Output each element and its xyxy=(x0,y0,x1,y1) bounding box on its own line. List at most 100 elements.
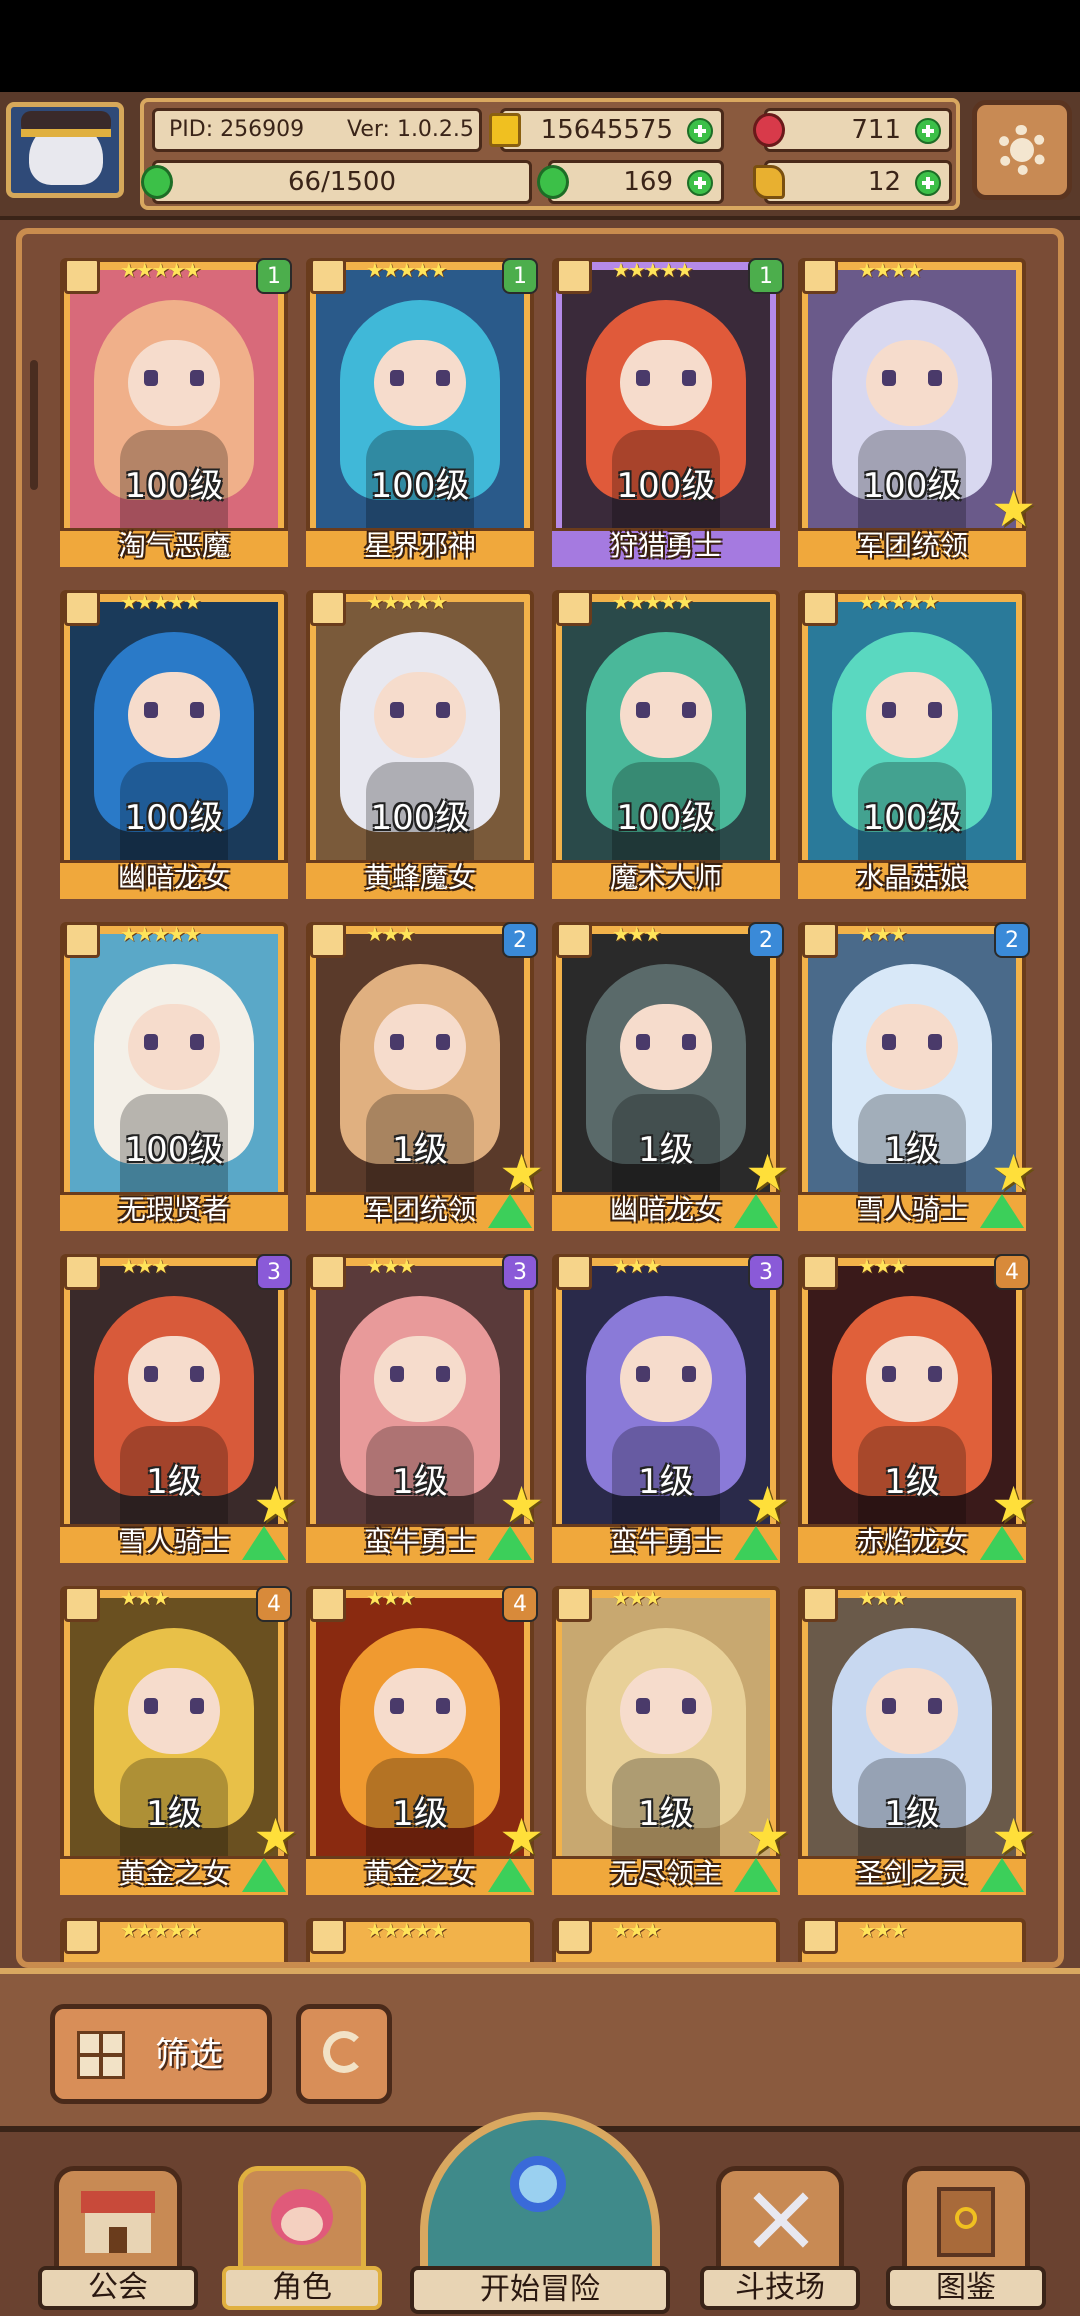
favorite-star-icon: ★ xyxy=(253,1476,298,1534)
guild-building-icon xyxy=(54,2166,182,2274)
star-rating: ★★★ xyxy=(612,1918,662,1942)
favorite-star-icon: ★ xyxy=(991,1808,1036,1866)
top-hud: PID: 256909 Ver: 1.0.2.5 15645575 711 66… xyxy=(0,92,1080,220)
character-card[interactable]: ★★★ 2 1级 军团统领 ★ xyxy=(306,922,544,1231)
star-rating: ★★★★★ xyxy=(858,590,940,614)
class-icon xyxy=(310,590,346,626)
character-card[interactable]: ★★★★★ 100级无瑕贤者 xyxy=(60,922,288,1231)
red-gem-icon xyxy=(753,113,785,147)
character-card[interactable]: ★★★★★ 100级 幽暗龙女 xyxy=(60,590,288,899)
character-card-partial[interactable]: ★★★ xyxy=(798,1918,1026,1962)
class-icon xyxy=(802,1918,838,1954)
upgrade-arrow-icon xyxy=(980,1858,1024,1892)
class-icon xyxy=(802,1586,838,1622)
character-name: 无瑕贤者 xyxy=(117,1193,230,1226)
nav-arena[interactable]: 斗技场 xyxy=(700,2166,860,2316)
gold-coin-icon xyxy=(489,113,521,147)
class-icon xyxy=(64,1586,100,1622)
character-card[interactable]: ★★★★ 100级 军团统领 ★ xyxy=(798,258,1036,567)
character-card-partial[interactable]: ★★★★★ xyxy=(60,1918,288,1962)
star-rating: ★★★ xyxy=(120,1254,170,1278)
nav-guild[interactable]: 公会 xyxy=(38,2166,198,2316)
character-card[interactable]: ★★★★★ 1 100级 星界邪神 xyxy=(306,258,538,567)
key-value: 12 xyxy=(867,167,901,197)
character-card-partial[interactable]: ★★★ xyxy=(552,1918,780,1962)
nav-codex[interactable]: 图鉴 xyxy=(886,2166,1046,2316)
class-icon xyxy=(310,258,346,294)
character-card[interactable]: ★★★ 4 1级 黄金之女 ★ xyxy=(60,1586,298,1895)
nav-characters-label: 角色 xyxy=(222,2266,382,2310)
star-rating: ★★★ xyxy=(612,1254,662,1278)
filter-button[interactable]: 筛选 xyxy=(50,2004,272,2104)
player-info: PID: 256909 Ver: 1.0.2.5 xyxy=(152,108,482,152)
upgrade-arrow-icon xyxy=(242,1858,286,1892)
refresh-button[interactable] xyxy=(296,2004,392,2104)
upgrade-arrow-icon xyxy=(980,1194,1024,1228)
character-level: 100级 xyxy=(124,466,224,506)
nav-guild-label: 公会 xyxy=(38,2266,198,2310)
class-icon xyxy=(556,258,592,294)
character-card[interactable]: ★★★ 2 1级 雪人骑士 ★ xyxy=(798,922,1036,1231)
character-level: 100级 xyxy=(370,798,470,838)
duplicate-count-badge: 2 xyxy=(994,922,1030,958)
character-card[interactable]: ★★★ 3 1级 雪人骑士 ★ xyxy=(60,1254,298,1563)
add-clover-button[interactable] xyxy=(687,170,713,196)
class-icon xyxy=(802,590,838,626)
gold-value: 15645575 xyxy=(540,115,673,145)
favorite-star-icon: ★ xyxy=(499,1808,544,1866)
star-rating: ★★★★★ xyxy=(120,922,202,946)
duplicate-count-badge: 1 xyxy=(256,258,292,294)
character-name: 狩猎勇士 xyxy=(609,529,722,562)
class-icon xyxy=(64,258,100,294)
favorite-star-icon: ★ xyxy=(745,1144,790,1202)
star-rating: ★★★★★ xyxy=(612,258,694,282)
resource-panel: PID: 256909 Ver: 1.0.2.5 15645575 711 66… xyxy=(140,98,960,210)
character-name: 淘气恶魔 xyxy=(117,529,230,562)
settings-button[interactable] xyxy=(972,100,1072,200)
character-card-partial[interactable]: ★★★★★ xyxy=(306,1918,534,1962)
class-icon xyxy=(556,1918,592,1954)
character-card[interactable]: ★★★ 3 1级 蛮牛勇士 ★ xyxy=(552,1254,790,1563)
favorite-star-icon: ★ xyxy=(499,1476,544,1534)
class-icon xyxy=(556,922,592,958)
character-card[interactable]: ★★★★★ 100级 水晶菇娘 xyxy=(798,590,1026,899)
add-gem-button[interactable] xyxy=(915,118,941,144)
class-icon xyxy=(802,922,838,958)
upgrade-arrow-icon xyxy=(734,1194,778,1228)
character-card[interactable]: ★★★ 3 1级 蛮牛勇士 ★ xyxy=(306,1254,544,1563)
character-card[interactable]: ★★★ 1级 圣剑之灵 ★ xyxy=(798,1586,1036,1895)
favorite-star-icon: ★ xyxy=(745,1476,790,1534)
nav-characters[interactable]: 角色 xyxy=(222,2166,382,2316)
character-name: 黄蜂魔女 xyxy=(363,861,476,894)
grid-filter-icon xyxy=(77,2031,125,2079)
character-card[interactable]: ★★★★★ 100级 魔术大师 xyxy=(552,590,780,899)
character-card[interactable]: ★★★★★ 1 100级 狩猎勇士 xyxy=(552,258,784,567)
nav-start-adventure[interactable]: 开始冒险 xyxy=(410,2112,670,2316)
scrollbar[interactable] xyxy=(30,360,38,490)
star-rating: ★★★★★ xyxy=(120,258,202,282)
duplicate-count-badge: 4 xyxy=(256,1586,292,1622)
class-icon xyxy=(310,1918,346,1954)
favorite-star-icon: ★ xyxy=(991,480,1036,538)
upgrade-arrow-icon xyxy=(488,1526,532,1560)
character-card[interactable]: ★★★ 2 1级 幽暗龙女 ★ xyxy=(552,922,790,1231)
star-rating: ★★★★★ xyxy=(612,590,694,614)
character-card[interactable]: ★★★★★ 100级 黄蜂魔女 xyxy=(306,590,534,899)
star-rating: ★★★ xyxy=(366,1254,416,1278)
upgrade-arrow-icon xyxy=(242,1526,286,1560)
book-icon xyxy=(902,2166,1030,2274)
add-gold-button[interactable] xyxy=(687,118,713,144)
player-avatar[interactable] xyxy=(6,102,124,198)
character-card[interactable]: ★★★ 4 1级 黄金之女 ★ xyxy=(306,1586,544,1895)
character-level: 100级 xyxy=(124,1130,224,1170)
character-card[interactable]: ★★★ 4 1级 赤焰龙女 ★ xyxy=(798,1254,1036,1563)
character-face-icon xyxy=(238,2166,366,2274)
duplicate-count-badge: 2 xyxy=(748,922,784,958)
character-card[interactable]: ★★★ 1级 无尽领主 ★ xyxy=(552,1586,790,1895)
character-grid-frame[interactable]: ★★★★★ 1 100级 淘气恶魔 ★★★★★ 1 100级 星界邪神 ★★★★★ 1 100级 狩猎… xyxy=(16,228,1064,1968)
star-rating: ★★★★★ xyxy=(366,1918,448,1942)
star-rating: ★★★ xyxy=(858,922,908,946)
character-card[interactable]: ★★★★★ 1 100级淘气恶魔 xyxy=(60,258,292,567)
add-key-button[interactable] xyxy=(915,170,941,196)
upgrade-arrow-icon xyxy=(980,1526,1024,1560)
